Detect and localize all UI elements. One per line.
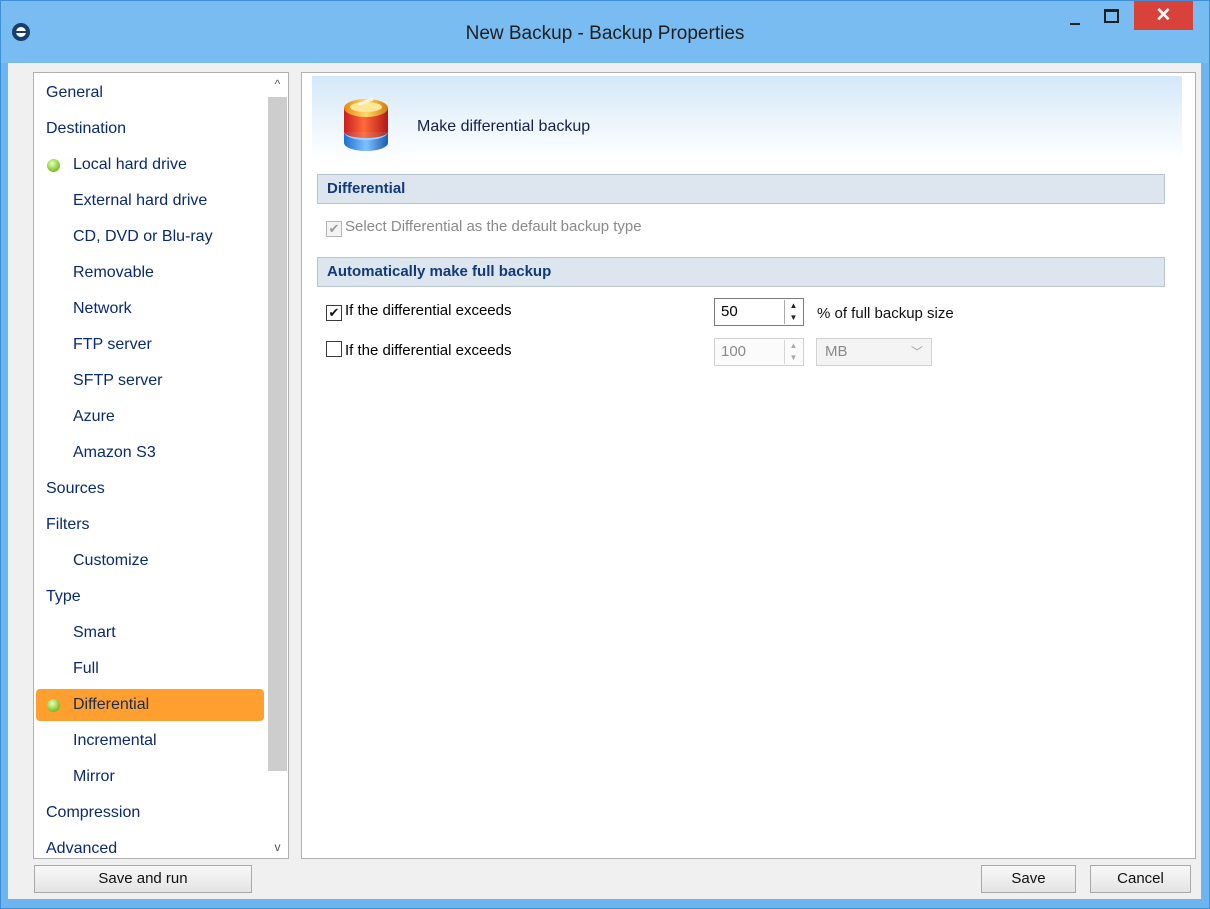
maximize-button[interactable]	[1096, 1, 1124, 31]
size-unit-select[interactable]: MB ﹀	[816, 338, 932, 366]
nav-scrollbar[interactable]: ^ v	[267, 73, 288, 858]
size-threshold-row: If the differential exceeds	[326, 341, 512, 361]
nav-item-label: Full	[73, 660, 99, 677]
nav-item-advanced[interactable]: Advanced	[36, 833, 264, 858]
nav-item-customize[interactable]: Customize	[36, 545, 264, 577]
size-threshold-value[interactable]: 100	[721, 343, 746, 360]
status-dot-icon	[47, 699, 60, 712]
nav-item-label: Customize	[73, 552, 149, 569]
nav-item-label: CD, DVD or Blu-ray	[73, 228, 213, 245]
database-icon	[344, 97, 388, 151]
nav-item-cd-dvd-or-blu-ray[interactable]: CD, DVD or Blu-ray	[36, 221, 264, 253]
nav-item-full[interactable]: Full	[36, 653, 264, 685]
nav-item-sources[interactable]: Sources	[36, 473, 264, 505]
save-and-run-button[interactable]: Save and run	[34, 865, 252, 893]
nav-item-local-hard-drive[interactable]: Local hard drive	[36, 149, 264, 181]
nav-item-label: FTP server	[73, 336, 152, 353]
nav-item-label: Local hard drive	[73, 156, 187, 173]
dialog-body: General Destination Local hard drive Extern…	[8, 63, 1201, 899]
properties-nav: General Destination Local hard drive Extern…	[33, 72, 289, 859]
size-unit-value: MB	[825, 343, 848, 360]
status-dot-icon	[47, 159, 60, 172]
decrement-icon[interactable]: ▼	[785, 312, 802, 324]
nav-item-label: Filters	[46, 516, 90, 533]
default-type-label: Select Differential as the default backu…	[345, 218, 642, 235]
nav-item-label: Sources	[46, 480, 105, 497]
cancel-button[interactable]: Cancel	[1090, 865, 1191, 893]
nav-item-amazon-s3[interactable]: Amazon S3	[36, 437, 264, 469]
nav-item-sftp-server[interactable]: SFTP server	[36, 365, 264, 397]
panel-header-title: Make differential backup	[417, 118, 591, 135]
nav-item-label: Compression	[46, 804, 141, 821]
section-differential: Differential	[317, 174, 1165, 204]
nav-item-network[interactable]: Network	[36, 293, 264, 325]
nav-item-removable[interactable]: Removable	[36, 257, 264, 289]
percent-threshold-label: If the differential exceeds	[345, 302, 512, 319]
percent-stepper-buttons: ▲ ▼	[784, 300, 802, 324]
nav-item-differential[interactable]: Differential	[36, 689, 264, 721]
nav-item-label: General	[46, 84, 103, 101]
nav-item-label: Removable	[73, 264, 154, 281]
scroll-up-icon[interactable]: ^	[267, 73, 288, 95]
size-stepper-buttons: ▲ ▼	[784, 340, 802, 364]
section-auto-full-backup: Automatically make full backup	[317, 257, 1165, 287]
nav-item-azure[interactable]: Azure	[36, 401, 264, 433]
window-title: New Backup - Backup Properties	[465, 23, 745, 44]
nav-item-label: Smart	[73, 624, 116, 641]
nav-item-label: Azure	[73, 408, 115, 425]
size-threshold-stepper[interactable]: 100 ▲ ▼	[714, 338, 804, 366]
nav-item-label: Advanced	[46, 840, 118, 857]
nav-item-label: Type	[46, 588, 81, 605]
nav-item-general[interactable]: General	[36, 77, 264, 109]
nav-item-label: Destination	[46, 120, 127, 137]
decrement-icon[interactable]: ▼	[785, 352, 802, 364]
percent-threshold-stepper[interactable]: 50 ▲ ▼	[714, 298, 804, 326]
save-button[interactable]: Save	[981, 865, 1076, 893]
nav-item-smart[interactable]: Smart	[36, 617, 264, 649]
nav-item-type[interactable]: Type	[36, 581, 264, 613]
percent-threshold-row: ✔ If the differential exceeds	[326, 301, 512, 321]
increment-icon[interactable]: ▲	[785, 300, 802, 312]
nav-item-ftp-server[interactable]: FTP server	[36, 329, 264, 361]
scroll-down-icon[interactable]: v	[267, 836, 288, 858]
default-type-row: ✔ Select Differential as the default back…	[326, 217, 642, 237]
percent-threshold-value[interactable]: 50	[721, 303, 738, 320]
panel-header: Make differential backup	[312, 76, 1182, 160]
nav-item-label: External hard drive	[73, 192, 208, 209]
backup-properties-window: New Backup - Backup Properties ✕ General…	[0, 0, 1210, 909]
increment-icon[interactable]: ▲	[785, 340, 802, 352]
percent-unit-label: % of full backup size	[817, 305, 954, 322]
nav-item-compression[interactable]: Compression	[36, 797, 264, 829]
content-panel: Make differential backup Differential ✔ S…	[301, 72, 1196, 859]
nav-item-label: SFTP server	[73, 372, 163, 389]
scroll-thumb[interactable]	[268, 97, 287, 771]
nav-item-destination[interactable]: Destination	[36, 113, 264, 145]
size-threshold-checkbox[interactable]	[326, 341, 342, 357]
nav-item-external-hard-drive[interactable]: External hard drive	[36, 185, 264, 217]
minimize-icon	[1070, 23, 1080, 25]
title-bar[interactable]: New Backup - Backup Properties ✕	[1, 1, 1209, 63]
nav-item-label: Mirror	[73, 768, 115, 785]
minimize-button[interactable]	[1062, 1, 1088, 31]
percent-threshold-checkbox[interactable]: ✔	[326, 305, 342, 321]
nav-item-filters[interactable]: Filters	[36, 509, 264, 541]
nav-item-label: Network	[73, 300, 132, 317]
nav-item-label: Amazon S3	[73, 444, 156, 461]
nav-item-mirror[interactable]: Mirror	[36, 761, 264, 793]
chevron-down-icon: ﹀	[910, 345, 923, 359]
nav-item-label: Incremental	[73, 732, 157, 749]
nav-item-incremental[interactable]: Incremental	[36, 725, 264, 757]
nav-item-label: Differential	[73, 696, 150, 713]
maximize-icon	[1104, 9, 1119, 23]
default-type-checkbox[interactable]: ✔	[326, 221, 342, 237]
close-button[interactable]: ✕	[1134, 1, 1193, 30]
size-threshold-label: If the differential exceeds	[345, 342, 512, 359]
